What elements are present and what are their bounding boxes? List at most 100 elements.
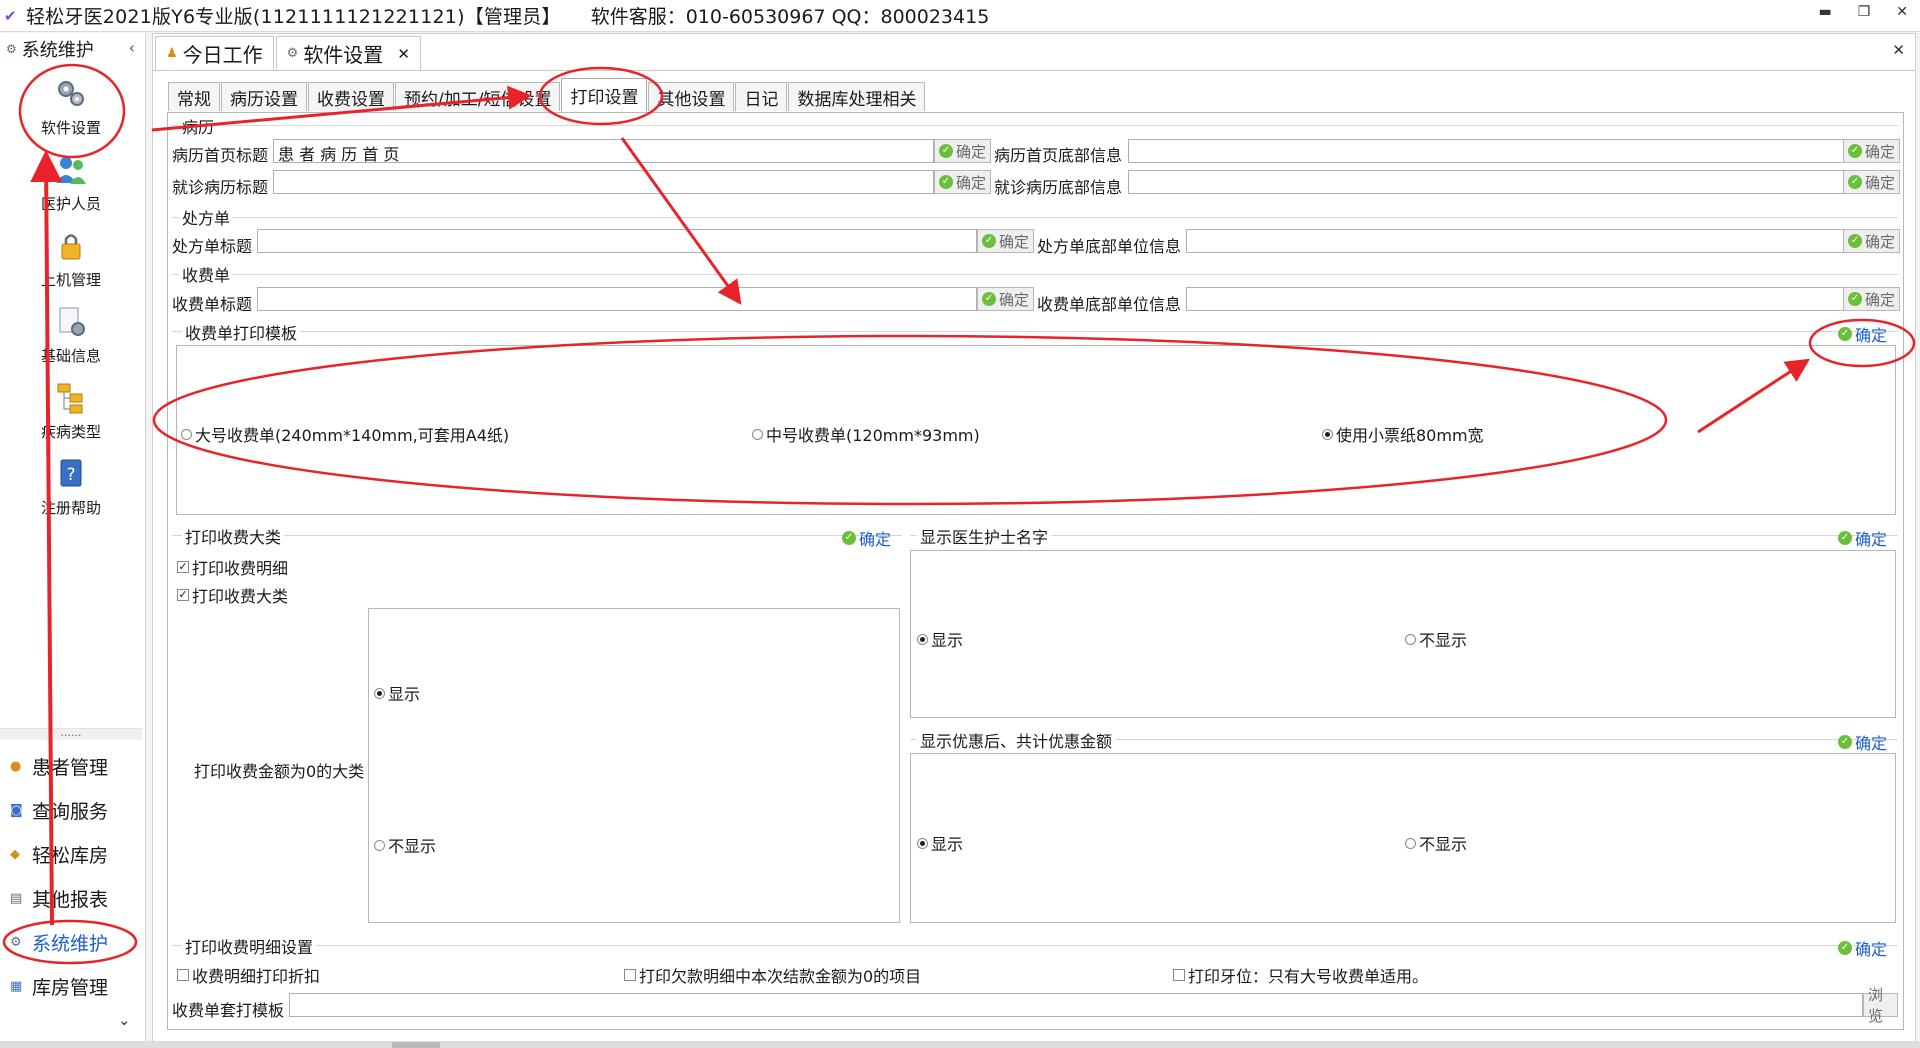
browse-button[interactable]: 浏览 bbox=[1863, 986, 1898, 1025]
detail-tooth-position-checkbox[interactable]: 打印牙位：只有大号收费单适用。 bbox=[1173, 963, 1428, 987]
detail-discount-checkbox[interactable]: 收费明细打印折扣 bbox=[177, 963, 320, 987]
checkbox-icon bbox=[624, 969, 636, 981]
group-line bbox=[172, 274, 1898, 275]
prescription-title-ok-button[interactable]: ✓ 确定 bbox=[977, 229, 1035, 253]
tile-medical-staff[interactable]: 医护人员 bbox=[0, 153, 142, 214]
prescription-footer-input[interactable] bbox=[1186, 229, 1844, 253]
minimize-icon[interactable]: ▬ bbox=[1818, 4, 1831, 20]
receipt-footer-ok-button[interactable]: ✓ 确定 bbox=[1843, 287, 1901, 311]
tile-software-settings[interactable]: 软件设置 bbox=[0, 77, 142, 138]
prescription-footer-ok-button[interactable]: ✓ 确定 bbox=[1843, 229, 1901, 253]
doctor-names-ok-link[interactable]: ✓ 确定 bbox=[1838, 526, 1887, 550]
category-ok-link[interactable]: ✓ 确定 bbox=[842, 526, 891, 550]
tile-login-management[interactable]: 上机管理 bbox=[0, 229, 142, 290]
tab-divider bbox=[153, 70, 1915, 71]
sidebar-header-label: 系统维护 bbox=[21, 40, 94, 61]
doctor-names-hide-radio[interactable]: 不显示 bbox=[1405, 627, 1467, 651]
nav-patient-management[interactable]: ● 患者管理 bbox=[10, 753, 108, 780]
ok-label: 确定 bbox=[1865, 232, 1896, 251]
close-tab-icon[interactable]: ✕ bbox=[397, 45, 410, 63]
tile-disease-types[interactable]: 疾病类型 bbox=[0, 381, 142, 442]
radio-selected-icon bbox=[917, 633, 928, 645]
nav-stock-management[interactable]: ▦ 库房管理 bbox=[10, 973, 108, 1000]
scrollbar-thumb[interactable] bbox=[392, 1042, 440, 1048]
tab-print-settings[interactable]: 打印设置 bbox=[561, 78, 648, 111]
close-all-icon[interactable]: ✕ bbox=[1892, 41, 1905, 59]
lock-icon bbox=[61, 234, 81, 260]
checkbox-label: 收费明细打印折扣 bbox=[192, 967, 321, 986]
nav-warehouse[interactable]: ◆ 轻松库房 bbox=[10, 841, 108, 868]
check-icon: ✓ bbox=[939, 144, 953, 158]
nav-label: 轻松库房 bbox=[32, 845, 109, 867]
chevron-down-icon[interactable]: ⌄ bbox=[118, 1011, 131, 1029]
receipt-overlay-template-input[interactable] bbox=[289, 993, 1863, 1017]
tab-record-settings[interactable]: 病历设置 bbox=[221, 82, 307, 111]
tab-other-settings[interactable]: 其他设置 bbox=[648, 82, 735, 111]
template-option-large[interactable]: 大号收费单(240mm*140mm,可套用A4纸) bbox=[181, 422, 509, 446]
receipt-title-input[interactable] bbox=[257, 287, 977, 311]
sidebar-splitter[interactable]: ...... bbox=[0, 727, 142, 740]
record-home-footer-ok-button[interactable]: ✓ 确定 bbox=[1843, 139, 1901, 163]
record-visit-title-ok-button[interactable]: ✓ 确定 bbox=[934, 170, 992, 194]
doctor-names-show-radio[interactable]: 显示 bbox=[917, 627, 963, 651]
tab-database[interactable]: 数据库处理相关 bbox=[788, 82, 926, 111]
nav-system-maintenance[interactable]: ⚙ 系统维护 bbox=[10, 929, 108, 956]
gear-icon: ⚙ bbox=[6, 42, 17, 56]
record-home-title-input[interactable]: 患 者 病 历 首 页 bbox=[273, 139, 934, 164]
tab-general[interactable]: 常规 bbox=[168, 82, 220, 111]
print-detail-checkbox[interactable]: ✓ 打印收费明细 bbox=[177, 555, 288, 579]
zero-amount-hide-radio[interactable]: 不显示 bbox=[374, 833, 436, 857]
detail-ok-link[interactable]: ✓ 确定 bbox=[1838, 936, 1887, 960]
prescription-title-input[interactable] bbox=[257, 229, 977, 253]
receipt-footer-input[interactable] bbox=[1186, 287, 1844, 311]
record-visit-footer-ok-button[interactable]: ✓ 确定 bbox=[1843, 170, 1901, 194]
sidebar: ⚙ 系统维护 ‹ 软件设置 医护人员 上机管理 基础信息 疾病类型 ? 注册帮助… bbox=[0, 33, 146, 1043]
record-home-footer-input[interactable] bbox=[1128, 139, 1844, 163]
print-category-checkbox[interactable]: ✓ 打印收费大类 bbox=[177, 583, 288, 607]
group-line bbox=[172, 217, 1898, 218]
ok-label: 确定 bbox=[1855, 734, 1888, 753]
record-visit-title-label: 就诊病历标题 bbox=[172, 178, 269, 197]
close-icon[interactable]: ✕ bbox=[1896, 4, 1908, 20]
discount-hide-radio[interactable]: 不显示 bbox=[1405, 831, 1467, 855]
tab-charge-settings[interactable]: 收费设置 bbox=[308, 82, 394, 111]
search-icon: ◙ bbox=[10, 803, 23, 818]
detail-zero-debt-checkbox[interactable]: 打印欠款明细中本次结款金额为0的项目 bbox=[624, 963, 921, 987]
checkbox-checked-icon: ✓ bbox=[177, 560, 189, 573]
tab-label: 软件设置 bbox=[303, 43, 384, 67]
discount-ok-link[interactable]: ✓ 确定 bbox=[1838, 730, 1887, 754]
tab-label: 今日工作 bbox=[182, 43, 263, 67]
tab-software-settings[interactable]: ⚙ 软件设置 ✕ bbox=[275, 36, 421, 70]
template-option-medium[interactable]: 中号收费单(120mm*93mm) bbox=[752, 422, 980, 446]
zero-amount-options-box bbox=[368, 608, 900, 923]
tab-appointment-settings[interactable]: 预约/加工/短信设置 bbox=[395, 82, 561, 111]
tile-label: 软件设置 bbox=[40, 119, 101, 137]
restore-icon[interactable]: ❐ bbox=[1858, 4, 1871, 20]
record-visit-footer-input[interactable] bbox=[1128, 170, 1844, 194]
tab-diary[interactable]: 日记 bbox=[735, 82, 788, 111]
tile-label: 基础信息 bbox=[40, 347, 101, 365]
record-visit-title-input[interactable] bbox=[273, 170, 934, 194]
radio-icon bbox=[752, 428, 763, 440]
nav-query-service[interactable]: ◙ 查询服务 bbox=[10, 797, 108, 824]
horizontal-scrollbar[interactable] bbox=[0, 1041, 1920, 1048]
nav-label: 系统维护 bbox=[32, 933, 109, 955]
template-ok-link[interactable]: ✓ 确定 bbox=[1838, 322, 1887, 346]
receipt-title-ok-button[interactable]: ✓ 确定 bbox=[977, 287, 1035, 311]
checkbox-icon bbox=[1173, 969, 1185, 981]
zero-amount-show-radio[interactable]: 显示 bbox=[374, 681, 420, 705]
group-title-record: 病历 bbox=[179, 114, 218, 138]
ok-label: 确定 bbox=[999, 290, 1030, 309]
discount-show-radio[interactable]: 显示 bbox=[917, 831, 963, 855]
collapse-sidebar-icon[interactable]: ‹ bbox=[129, 38, 135, 57]
nav-other-reports[interactable]: ▤ 其他报表 bbox=[10, 885, 108, 912]
record-home-title-ok-button[interactable]: ✓ 确定 bbox=[934, 139, 992, 163]
check-icon: ✓ bbox=[982, 292, 996, 306]
template-option-receipt-80mm[interactable]: 使用小票纸80mm宽 bbox=[1322, 422, 1484, 446]
ok-label: 确定 bbox=[1855, 326, 1888, 345]
tile-registration-help[interactable]: ? 注册帮助 bbox=[0, 457, 142, 518]
gears-icon bbox=[58, 81, 84, 106]
users-icon bbox=[56, 157, 86, 184]
tile-basic-info[interactable]: 基础信息 bbox=[0, 305, 142, 366]
tab-today-work[interactable]: ♟ 今日工作 bbox=[155, 36, 274, 70]
